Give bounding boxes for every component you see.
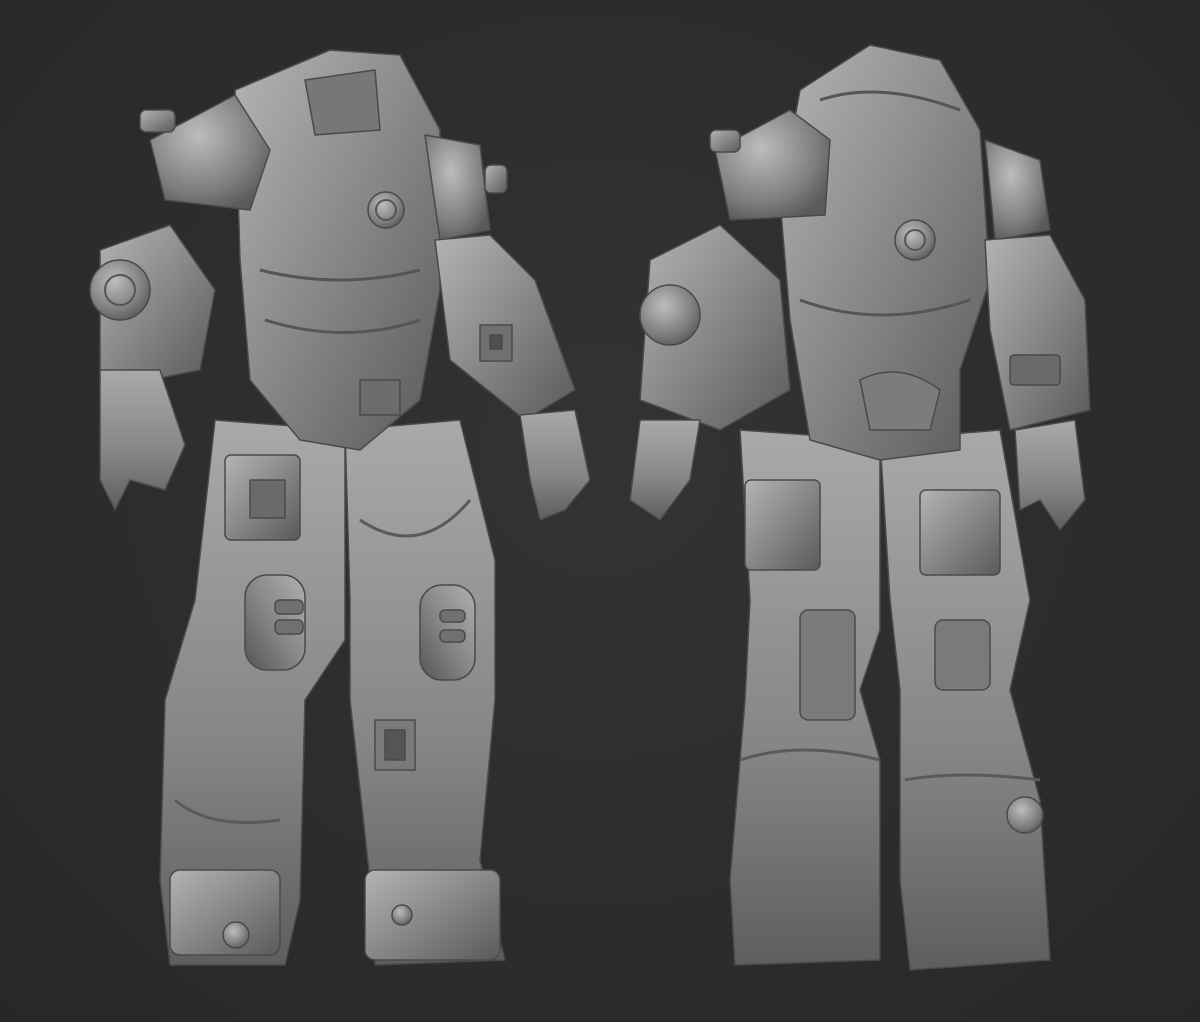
render-viewport: [0, 0, 1200, 1022]
back-left-shoulder: [714, 109, 831, 221]
back-figure: [629, 44, 1091, 971]
render-canvas: [89, 44, 1091, 971]
front-chest-reactor: [367, 191, 405, 229]
back-reactor: [894, 219, 936, 261]
front-figure: [89, 49, 591, 966]
back-right-hand: [1014, 419, 1086, 531]
front-right-hand: [519, 409, 591, 521]
back-right-arm: [984, 234, 1091, 431]
back-left-hand: [629, 419, 701, 521]
back-right-shoulder: [984, 139, 1051, 241]
front-left-hand: [99, 369, 186, 511]
